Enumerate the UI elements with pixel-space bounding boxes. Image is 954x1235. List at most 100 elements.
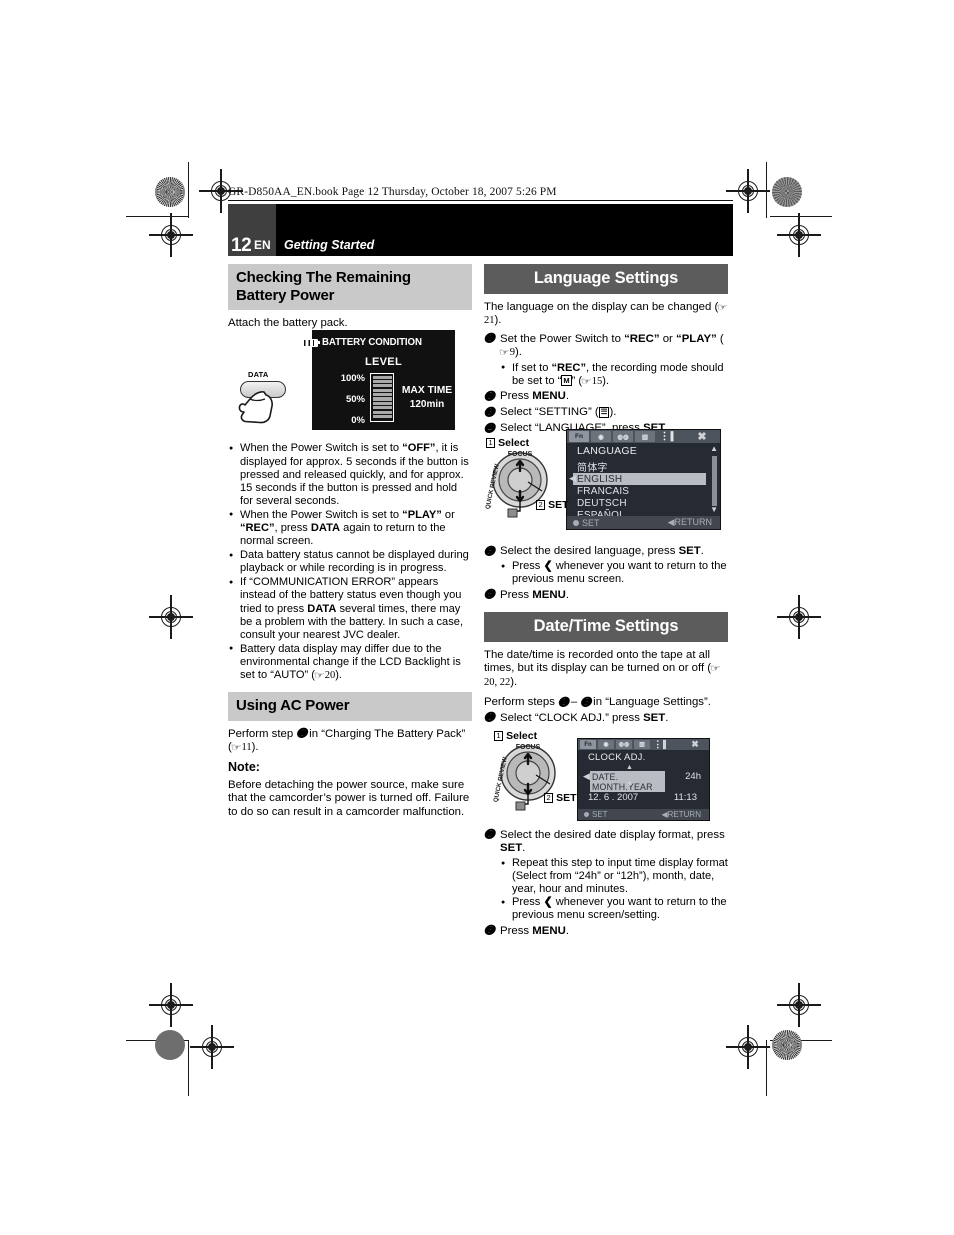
note-label: Note: bbox=[228, 760, 260, 775]
clock-menu-iconbar: Fn ◉ ◍◍ ▧ ⋮∥ ✖ bbox=[578, 739, 709, 750]
density-patch-bottom-right bbox=[772, 1030, 802, 1060]
left-caret-icon: ❮ bbox=[543, 560, 553, 573]
step-dt-2-subs: Repeat this step to input time display f… bbox=[500, 857, 728, 922]
language-menu-footer: SET ◀RETURN bbox=[567, 516, 720, 529]
density-patch-top-right bbox=[772, 177, 802, 207]
left-caret-icon: ❮ bbox=[543, 896, 553, 909]
battery-pct-0: 0% bbox=[351, 415, 365, 426]
trim-line-top-left bbox=[126, 216, 188, 218]
page-number: 12 bbox=[231, 235, 252, 256]
datetime-steps-1: ➊ Select “CLOCK ADJ.” press SET. bbox=[484, 712, 728, 726]
density-patch-bottom-left bbox=[155, 1030, 185, 1060]
data-button-label: DATA bbox=[248, 370, 269, 379]
chapter-title: Getting Started bbox=[284, 238, 375, 252]
datetime-steps-2: ➋ Select the desired date display format… bbox=[484, 829, 728, 939]
section-heading-battery: Checking The Remaining Battery Power bbox=[228, 264, 472, 310]
book-file-header: GR-D850AA_EN.book Page 12 Thursday, Octo… bbox=[228, 186, 557, 198]
datetime-intro-text: The date/time is recorded onto the tape … bbox=[484, 648, 721, 688]
step-number: ➊ bbox=[484, 333, 494, 346]
tape-icon[interactable]: ◍◍ bbox=[613, 431, 633, 442]
menu-item-english[interactable]: ENGLISH bbox=[573, 473, 706, 485]
list-item: When the Power Switch is set to “PLAY” o… bbox=[228, 508, 472, 548]
step-dt-1: ➊ Select “CLOCK ADJ.” press SET. bbox=[484, 711, 669, 725]
selection-caret-icon: ◀ bbox=[583, 771, 590, 781]
registration-mark-bottom-right bbox=[726, 1025, 770, 1069]
menu-item-deutsch[interactable]: DEUTSCH bbox=[577, 498, 627, 509]
step-dt-2: ➋ Select the desired date display format… bbox=[484, 829, 728, 923]
datetime-perform-text: Perform steps ➊ – ➌ in “Language Setting… bbox=[484, 696, 711, 709]
scroll-down-icon[interactable]: ▼ bbox=[710, 506, 718, 514]
format-down-arrow-icon[interactable]: ▼ bbox=[626, 781, 633, 788]
registration-mark-bottom-left bbox=[149, 983, 193, 1027]
camera-icon[interactable]: ◉ bbox=[598, 740, 614, 749]
data-button-illustration: DATA bbox=[238, 370, 300, 430]
list-item: Data battery status cannot be displayed … bbox=[228, 549, 472, 575]
battery-intro-text: Attach the battery pack. bbox=[228, 317, 348, 329]
set-dot-icon bbox=[584, 812, 589, 817]
step-badge-2: 2 bbox=[536, 499, 546, 510]
footer-return[interactable]: ◀RETURN bbox=[662, 810, 702, 819]
registration-mark-mid-right bbox=[777, 595, 821, 639]
format-up-arrow-icon[interactable]: ▲ bbox=[626, 764, 633, 771]
svg-text:FOCUS: FOCUS bbox=[508, 451, 533, 458]
registration-mark-top-right-outer bbox=[777, 213, 821, 257]
trim-line-top-right bbox=[770, 216, 832, 218]
list-item: Repeat this step to input time display f… bbox=[500, 857, 728, 896]
step-number: ➋ bbox=[484, 829, 494, 842]
ac-power-text: Perform step ➊ in “Charging The Battery … bbox=[228, 727, 466, 753]
battery-notes-list: When the Power Switch is set to “OFF”, i… bbox=[228, 442, 472, 682]
step-1-subs: If set to “REC”, the recording mode shou… bbox=[500, 361, 728, 388]
step-1: ➊ Set the Power Switch to “REC” or “PLAY… bbox=[484, 333, 728, 388]
battery-level-bar bbox=[370, 373, 394, 422]
fn-icon[interactable]: Fn bbox=[569, 431, 589, 442]
page-language-code: EN bbox=[254, 238, 271, 252]
footer-set[interactable]: SET bbox=[573, 518, 600, 528]
list-item: Press ❮ whenever you want to return to t… bbox=[500, 896, 728, 922]
scroll-up-icon[interactable]: ▲ bbox=[710, 445, 718, 453]
tape-icon[interactable]: ◍◍ bbox=[616, 740, 632, 749]
registration-mark-bottom-right-outer bbox=[777, 983, 821, 1027]
footer-return[interactable]: ◀RETURN bbox=[668, 517, 712, 528]
menu-scrollbar[interactable] bbox=[712, 456, 717, 506]
step-number: ➌ bbox=[484, 406, 494, 419]
dial-set-tag: 2 SET bbox=[544, 792, 577, 804]
pointing-hand-icon bbox=[238, 391, 273, 424]
menu-item-chinese[interactable]: 简体字 bbox=[577, 459, 608, 474]
manual-page: GR-D850AA_EN.book Page 12 Thursday, Octo… bbox=[0, 0, 954, 1235]
step-number: ➌ bbox=[484, 925, 494, 938]
fn-icon[interactable]: Fn bbox=[580, 740, 596, 749]
exit-icon[interactable]: ✖ bbox=[687, 431, 717, 443]
time-value[interactable]: 11:13 bbox=[674, 792, 697, 803]
date-value[interactable]: 12. 6 . 2007 bbox=[588, 792, 638, 803]
battery-condition-title: BATTERY CONDITION bbox=[300, 337, 422, 348]
step-6: ➏ Press MENU. bbox=[484, 588, 569, 602]
time-mode-value[interactable]: 24h bbox=[685, 771, 701, 782]
setting-icon[interactable]: ⋮∥ bbox=[652, 739, 668, 749]
exit-icon[interactable]: ✖ bbox=[684, 739, 706, 749]
clock-menu-footer: SET ◀RETURN bbox=[578, 809, 709, 820]
setting-menu-icon: ☰ bbox=[598, 406, 610, 418]
step-number: ➊ bbox=[484, 712, 494, 725]
trim-line-left-vert-bottom bbox=[188, 1040, 190, 1096]
list-item: Battery data display may differ due to t… bbox=[228, 642, 472, 682]
registration-mark-top-right bbox=[726, 169, 770, 213]
right-column: Language Settings The language on the di… bbox=[484, 264, 728, 941]
language-steps-after: ➎ Select the desired language, press SET… bbox=[484, 545, 728, 602]
step-dt-3: ➌ Press MENU. bbox=[484, 924, 569, 938]
effects-icon[interactable]: ▧ bbox=[635, 431, 655, 442]
manual-mode-icon: M bbox=[561, 375, 572, 386]
battery-max-time-value: 120min bbox=[409, 399, 445, 410]
battery-level-label: LEVEL bbox=[365, 356, 402, 368]
registration-mark-bottom-left-outer bbox=[190, 1025, 234, 1069]
effects-icon[interactable]: ▧ bbox=[634, 740, 650, 749]
registration-mark-mid-left bbox=[149, 595, 193, 639]
step-number: ➎ bbox=[484, 545, 494, 558]
list-item: When the Power Switch is set to “OFF”, i… bbox=[228, 442, 472, 507]
camera-icon[interactable]: ◉ bbox=[591, 431, 611, 442]
footer-set[interactable]: SET bbox=[584, 810, 608, 819]
trim-line-left-vert bbox=[188, 162, 190, 218]
menu-item-francais[interactable]: FRANCAIS bbox=[577, 486, 629, 497]
language-menu-iconbar: Fn ◉ ◍◍ ▧ ⋮∥ ✖ bbox=[567, 430, 720, 443]
setting-icon[interactable]: ⋮∥ bbox=[657, 431, 677, 442]
battery-condition-display: BATTERY CONDITION LEVEL 100% 50% 0% MAX … bbox=[300, 330, 455, 430]
